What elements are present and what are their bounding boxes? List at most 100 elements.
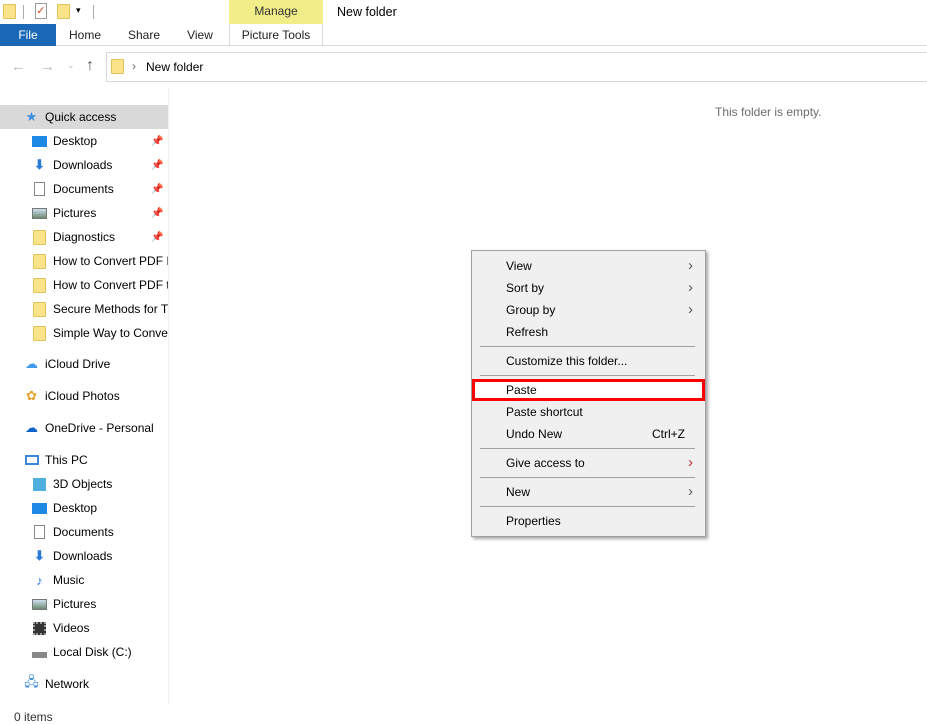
folder-icon [32, 253, 47, 269]
menu-separator [480, 477, 695, 478]
menu-item-undo-new[interactable]: Undo New Ctrl+Z [472, 423, 705, 445]
nav-this-pc-item[interactable]: Videos [0, 616, 168, 640]
nav-this-pc-item[interactable]: Pictures [0, 592, 168, 616]
back-button[interactable]: ← [11, 58, 26, 75]
pictures-icon [32, 597, 47, 612]
menu-label: Undo New [506, 427, 563, 441]
tab-home[interactable]: Home [60, 24, 110, 46]
folder-icon [32, 229, 47, 245]
pane-divider[interactable] [168, 88, 169, 705]
nav-this-pc-item[interactable]: ⬇ Downloads [0, 544, 168, 568]
folder-icon [32, 301, 47, 317]
manage-tab[interactable]: Manage [229, 0, 323, 24]
nav-quick-access-item[interactable]: ⬇ Downloads 📌 [0, 153, 168, 177]
menu-item-customize-folder[interactable]: Customize this folder... [472, 350, 705, 372]
tab-view[interactable]: View [178, 24, 222, 46]
menu-label: New [506, 485, 531, 499]
nav-quick-access-item[interactable]: How to Convert PDF I [0, 249, 168, 273]
tab-file[interactable]: File [0, 24, 56, 46]
address-bar[interactable]: › New folder [106, 52, 927, 82]
disk-icon [32, 645, 47, 660]
menu-item-refresh[interactable]: Refresh [472, 321, 705, 343]
nav-label: Downloads [53, 549, 113, 563]
chevron-right-icon: › [688, 483, 693, 500]
nav-label: 3D Objects [53, 477, 113, 491]
menu-item-properties[interactable]: Properties [472, 510, 705, 532]
menu-item-paste-shortcut[interactable]: Paste shortcut [472, 401, 705, 423]
nav-this-pc-item[interactable]: Local Disk (C:) [0, 640, 168, 664]
nav-label: Secure Methods for Tr [53, 302, 168, 316]
folder-icon [3, 4, 16, 19]
nav-label: Music [53, 573, 85, 587]
nav-quick-access-item[interactable]: Secure Methods for Tr [0, 297, 168, 321]
menu-label: Group by [506, 303, 556, 317]
menu-item-give-access[interactable]: Give access to › [472, 452, 705, 474]
divider [23, 5, 24, 19]
nav-label: Simple Way to Conve [53, 326, 168, 340]
pin-icon: 📌 [151, 135, 164, 147]
folder-icon [111, 59, 124, 74]
folder-icon [32, 277, 47, 293]
properties-icon[interactable]: ✓ [35, 3, 47, 19]
music-icon: ♪ [36, 572, 43, 588]
up-button[interactable]: ↑ [86, 57, 94, 75]
video-icon [32, 621, 47, 636]
nav-label: iCloud Drive [45, 357, 111, 371]
download-icon: ⬇ [34, 157, 45, 172]
nav-label: Diagnostics [53, 230, 116, 244]
document-icon [32, 182, 47, 197]
nav-label: Pictures [53, 597, 97, 611]
menu-separator [480, 346, 695, 347]
chevron-right-icon: › [688, 454, 693, 471]
pin-icon: 📌 [151, 159, 164, 171]
breadcrumb-chevron-icon: › [132, 59, 136, 73]
customize-toolbar-icon[interactable]: ▾ [76, 5, 81, 16]
empty-folder-message: This folder is empty. [715, 105, 822, 119]
nav-onedrive[interactable]: ☁ OneDrive - Personal [0, 416, 168, 440]
nav-label: Videos [53, 621, 90, 635]
chevron-right-icon: › [688, 301, 693, 318]
pin-icon: 📌 [151, 207, 164, 219]
nav-quick-access-item[interactable]: Diagnostics 📌 [0, 225, 168, 249]
desktop-icon [32, 134, 47, 149]
nav-this-pc-item[interactable]: 3D Objects [0, 472, 168, 496]
context-menu: View › Sort by › Group by › Refresh Customi… [471, 250, 706, 537]
menu-label: View [506, 259, 532, 273]
nav-this-pc[interactable]: This PC [0, 448, 168, 472]
new-folder-icon[interactable] [57, 4, 70, 19]
menu-item-group-by[interactable]: Group by › [472, 299, 705, 321]
nav-quick-access-item[interactable]: Documents 📌 [0, 177, 168, 201]
tab-picture-tools[interactable]: Picture Tools [229, 24, 323, 46]
status-item-count: 0 items [14, 710, 53, 724]
shortcut-label: Ctrl+Z [652, 427, 685, 441]
nav-label: Quick access [45, 110, 117, 124]
nav-quick-access[interactable]: ★ Quick access [0, 105, 168, 129]
menu-item-sort-by[interactable]: Sort by › [472, 277, 705, 299]
nav-label: iCloud Photos [45, 389, 120, 403]
folder-icon [32, 325, 47, 341]
nav-this-pc-item[interactable]: ♪ Music [0, 568, 168, 592]
cube-icon [32, 477, 47, 492]
nav-icloud-drive[interactable]: ☁ iCloud Drive [0, 352, 168, 376]
nav-quick-access-item[interactable]: How to Convert PDF t [0, 273, 168, 297]
forward-button[interactable]: → [40, 58, 55, 75]
menu-label: Sort by [506, 281, 545, 295]
nav-quick-access-item[interactable]: Desktop 📌 [0, 129, 168, 153]
nav-quick-access-item[interactable]: Pictures 📌 [0, 201, 168, 225]
nav-this-pc-item[interactable]: Desktop [0, 496, 168, 520]
nav-network[interactable]: 🖧 Network [0, 672, 168, 696]
menu-item-view[interactable]: View › [472, 255, 705, 277]
divider [93, 5, 94, 19]
star-icon: ★ [25, 109, 38, 124]
onedrive-cloud-icon: ☁ [25, 420, 38, 435]
tab-share[interactable]: Share [120, 24, 168, 46]
nav-quick-access-item[interactable]: Simple Way to Conve [0, 321, 168, 345]
menu-item-paste[interactable]: Paste [472, 379, 705, 401]
menu-item-new[interactable]: New › [472, 481, 705, 503]
recent-locations-button[interactable]: ⌄ [67, 60, 75, 71]
nav-icloud-photos[interactable]: ✿ iCloud Photos [0, 384, 168, 408]
nav-this-pc-item[interactable]: Documents [0, 520, 168, 544]
photos-icon: ✿ [26, 388, 37, 403]
breadcrumb-new-folder[interactable]: New folder [146, 60, 203, 74]
menu-label: Give access to [506, 456, 585, 470]
